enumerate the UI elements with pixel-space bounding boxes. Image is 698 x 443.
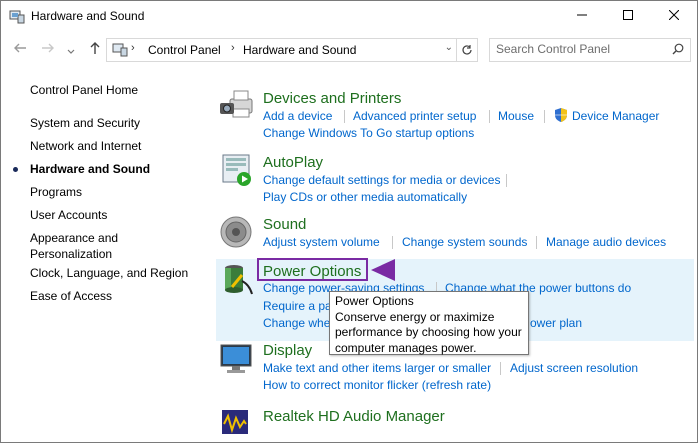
require-password-link[interactable]: Require a pa [263,299,332,314]
manage-audio-devices-link[interactable]: Manage audio devices [546,235,666,250]
link-separator [392,236,393,249]
nav-programs[interactable]: Programs [30,184,82,200]
link-separator [536,236,537,249]
breadcrumb-separator-icon: › [231,42,235,54]
title-bar: Hardware and Sound [1,1,697,31]
search-input[interactable] [496,42,666,56]
autoplay-icon [218,152,254,188]
address-dropdown-icon[interactable]: ⌄ [445,42,453,53]
change-when-computer-sleeps-link[interactable]: Change whe [263,316,330,331]
minimize-button[interactable] [559,1,605,31]
power-plan-link[interactable]: ower plan [530,316,582,331]
nav-hardware-and-sound[interactable]: Hardware and Sound [30,161,150,177]
control-panel-home-link[interactable]: Control Panel Home [30,82,138,98]
device-manager-link[interactable]: Device Manager [572,109,659,124]
change-default-media-settings-link[interactable]: Change default settings for media or dev… [263,173,500,188]
link-separator [500,362,501,375]
display-title[interactable]: Display [263,342,312,360]
power-options-tooltip: Power Options Conserve energy or maximiz… [329,291,529,355]
tooltip-line: performance by choosing how your [335,325,522,339]
nav-ease-of-access[interactable]: Ease of Access [30,288,112,304]
recent-locations-chevron-icon[interactable] [67,44,75,58]
navigation-bar: › Control Panel › Hardware and Sound ⌄ [1,31,697,67]
speaker-icon [218,215,254,251]
up-arrow-icon[interactable] [89,41,101,57]
control-panel-icon [9,8,25,27]
control-panel-small-icon [112,42,128,60]
close-button[interactable] [651,1,697,31]
sound-title[interactable]: Sound [263,216,306,234]
advanced-printer-setup-link[interactable]: Advanced printer setup [353,109,476,124]
nav-appearance-and-personalization[interactable]: Appearance and Personalization [30,230,130,262]
printer-camera-icon [218,87,254,123]
tooltip-line: Conserve energy or maximize [335,309,495,324]
link-separator [544,110,545,123]
realtek-audio-icon [218,406,254,442]
search-icon[interactable] [672,43,684,58]
window-title: Hardware and Sound [31,9,145,23]
breadcrumb-hardware-and-sound[interactable]: Hardware and Sound [243,43,356,57]
monitor-icon [218,341,254,377]
breadcrumb-separator-icon: › [131,42,135,54]
add-a-device-link[interactable]: Add a device [263,109,332,124]
nav-user-accounts[interactable]: User Accounts [30,207,107,223]
tooltip-line: computer manages power. [335,340,477,355]
nav-network-and-internet[interactable]: Network and Internet [30,138,141,154]
forward-arrow-icon[interactable] [41,41,55,57]
tooltip-title: Power Options [335,294,414,308]
active-item-bullet [13,167,18,172]
link-separator [489,110,490,123]
nav-system-and-security[interactable]: System and Security [30,115,140,131]
uac-shield-icon [554,107,568,126]
realtek-hd-audio-manager-title[interactable]: Realtek HD Audio Manager [263,408,445,426]
battery-power-icon [218,261,254,297]
maximize-button[interactable] [605,1,651,31]
link-separator [506,174,507,187]
change-system-sounds-link[interactable]: Change system sounds [402,235,527,250]
autoplay-title[interactable]: AutoPlay [263,154,323,172]
nav-clock-language-and-region[interactable]: Clock, Language, and Region [30,265,188,281]
devices-and-printers-title[interactable]: Devices and Printers [263,90,401,108]
mouse-link[interactable]: Mouse [498,109,534,124]
control-panel-window: Hardware and Sound › Control Panel › Har… [0,0,698,443]
search-box[interactable] [489,38,691,62]
play-cds-automatically-link[interactable]: Play CDs or other media automatically [263,190,467,205]
address-bar[interactable]: › Control Panel › Hardware and Sound ⌄ [106,38,478,62]
adjust-screen-resolution-link[interactable]: Adjust screen resolution [510,361,638,376]
correct-monitor-flicker-link[interactable]: How to correct monitor flicker (refresh … [263,378,491,393]
annotation-highlight-box [257,258,368,281]
windows-to-go-startup-link[interactable]: Change Windows To Go startup options [263,126,474,141]
breadcrumb-control-panel[interactable]: Control Panel [148,43,221,57]
link-separator [344,110,345,123]
adjust-system-volume-link[interactable]: Adjust system volume [263,235,380,250]
annotation-arrow-icon [371,259,395,284]
back-arrow-icon[interactable] [13,41,27,57]
refresh-button[interactable] [456,39,477,61]
make-text-larger-link[interactable]: Make text and other items larger or smal… [263,361,491,376]
